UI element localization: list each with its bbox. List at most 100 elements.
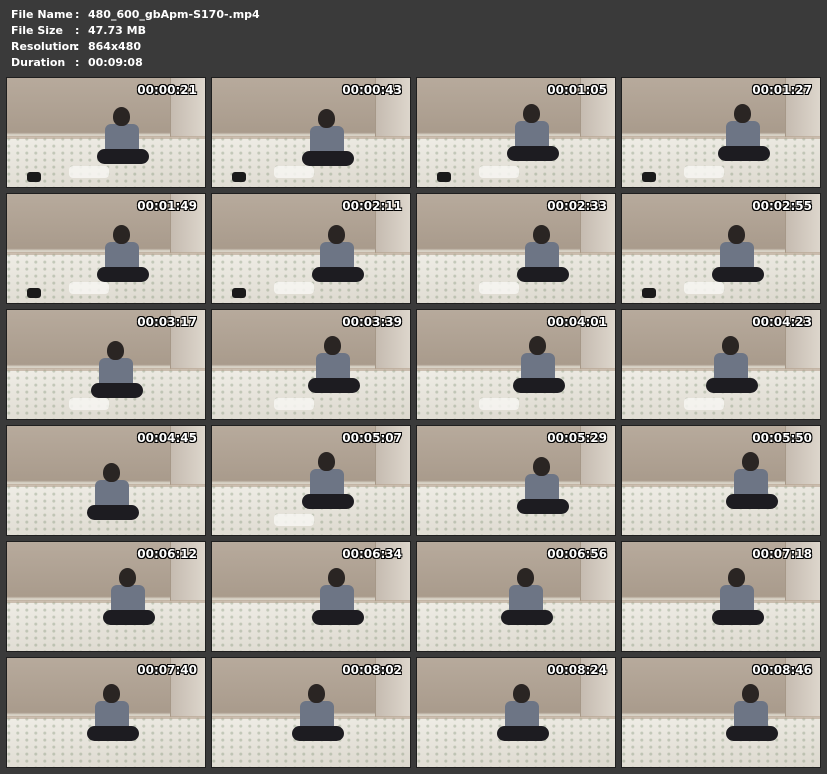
video-thumbnail[interactable]: 00:08:02 bbox=[211, 657, 411, 768]
timestamp-label: 00:00:43 bbox=[342, 83, 402, 97]
timestamp-label: 00:03:17 bbox=[137, 315, 197, 329]
file-name-row: File Name : 480_600_gbApm-S170-.mp4 bbox=[11, 7, 260, 23]
video-thumbnail[interactable]: 00:08:24 bbox=[416, 657, 616, 768]
video-thumbnail[interactable]: 00:03:39 bbox=[211, 309, 411, 420]
person-legs bbox=[312, 267, 364, 282]
person-head bbox=[533, 225, 550, 244]
person-figure bbox=[87, 684, 139, 746]
video-thumbnail[interactable]: 00:02:33 bbox=[416, 193, 616, 304]
mattress-edge bbox=[622, 716, 820, 720]
black-bag bbox=[27, 288, 41, 298]
video-thumbnail[interactable]: 00:02:55 bbox=[621, 193, 821, 304]
video-thumbnail[interactable]: 00:07:18 bbox=[621, 541, 821, 652]
video-thumbnail[interactable]: 00:05:50 bbox=[621, 425, 821, 536]
timestamp-label: 00:07:18 bbox=[752, 547, 812, 561]
video-thumbnail[interactable]: 00:05:29 bbox=[416, 425, 616, 536]
person-legs bbox=[292, 726, 344, 741]
video-thumbnail[interactable]: 00:06:34 bbox=[211, 541, 411, 652]
person-figure bbox=[513, 336, 565, 398]
person-figure bbox=[302, 452, 354, 514]
person-head bbox=[722, 336, 739, 355]
person-figure bbox=[712, 568, 764, 630]
mattress-edge bbox=[212, 600, 410, 604]
file-size-label: File Size bbox=[11, 24, 63, 37]
video-thumbnail[interactable]: 00:08:46 bbox=[621, 657, 821, 768]
white-cloth bbox=[274, 398, 314, 410]
person-figure bbox=[726, 452, 778, 514]
timestamp-label: 00:01:27 bbox=[752, 83, 812, 97]
video-thumbnail[interactable]: 00:01:49 bbox=[6, 193, 206, 304]
person-legs bbox=[501, 610, 553, 625]
person-head bbox=[728, 568, 745, 587]
mattress-edge bbox=[417, 484, 615, 488]
black-bag bbox=[642, 288, 656, 298]
duration-row: Duration : 00:09:08 bbox=[11, 55, 260, 71]
person-legs bbox=[312, 610, 364, 625]
timestamp-label: 00:04:01 bbox=[547, 315, 607, 329]
bed-mattress bbox=[622, 484, 820, 535]
timestamp-label: 00:08:02 bbox=[342, 663, 402, 677]
person-legs bbox=[302, 151, 354, 166]
person-figure bbox=[507, 104, 559, 166]
person-figure bbox=[87, 463, 139, 525]
timestamp-label: 00:03:39 bbox=[342, 315, 402, 329]
video-thumbnail[interactable]: 00:04:01 bbox=[416, 309, 616, 420]
person-figure bbox=[302, 109, 354, 171]
bed-mattress bbox=[622, 716, 820, 767]
person-legs bbox=[308, 378, 360, 393]
timestamp-label: 00:06:12 bbox=[137, 547, 197, 561]
person-head bbox=[742, 684, 759, 703]
person-legs bbox=[97, 149, 149, 164]
resolution-label: Resolution bbox=[11, 40, 78, 53]
video-thumbnail[interactable]: 00:06:56 bbox=[416, 541, 616, 652]
person-head bbox=[308, 684, 325, 703]
timestamp-label: 00:07:40 bbox=[137, 663, 197, 677]
person-figure bbox=[497, 684, 549, 746]
person-figure bbox=[517, 225, 569, 287]
video-thumbnail[interactable]: 00:06:12 bbox=[6, 541, 206, 652]
person-head bbox=[529, 336, 546, 355]
timestamp-label: 00:01:49 bbox=[137, 199, 197, 213]
timestamp-label: 00:05:50 bbox=[752, 431, 812, 445]
person-head bbox=[103, 463, 120, 482]
resolution-value: 864x480 bbox=[88, 40, 142, 53]
video-thumbnail[interactable]: 00:01:05 bbox=[416, 77, 616, 188]
person-head bbox=[328, 568, 345, 587]
white-cloth bbox=[684, 166, 724, 178]
person-legs bbox=[517, 499, 569, 514]
person-legs bbox=[497, 726, 549, 741]
person-legs bbox=[712, 267, 764, 282]
timestamp-label: 00:08:46 bbox=[752, 663, 812, 677]
video-thumbnail[interactable]: 00:03:17 bbox=[6, 309, 206, 420]
person-head bbox=[328, 225, 345, 244]
video-thumbnail[interactable]: 00:07:40 bbox=[6, 657, 206, 768]
timestamp-label: 00:04:45 bbox=[137, 431, 197, 445]
video-thumbnail[interactable]: 00:05:07 bbox=[211, 425, 411, 536]
person-head bbox=[734, 104, 751, 123]
timestamp-label: 00:01:05 bbox=[547, 83, 607, 97]
timestamp-label: 00:05:29 bbox=[547, 431, 607, 445]
video-thumbnail[interactable]: 00:00:43 bbox=[211, 77, 411, 188]
person-legs bbox=[726, 494, 778, 509]
mattress-edge bbox=[212, 252, 410, 256]
person-head bbox=[523, 104, 540, 123]
person-figure bbox=[726, 684, 778, 746]
person-legs bbox=[97, 267, 149, 282]
person-figure bbox=[517, 457, 569, 519]
person-head bbox=[119, 568, 136, 587]
video-thumbnail[interactable]: 00:04:45 bbox=[6, 425, 206, 536]
file-size-separator: : bbox=[75, 24, 80, 37]
video-thumbnail[interactable]: 00:00:21 bbox=[6, 77, 206, 188]
video-thumbnail[interactable]: 00:04:23 bbox=[621, 309, 821, 420]
timestamp-label: 00:00:21 bbox=[137, 83, 197, 97]
person-head bbox=[324, 336, 341, 355]
resolution-separator: : bbox=[75, 40, 80, 53]
video-thumbnail[interactable]: 00:02:11 bbox=[211, 193, 411, 304]
person-legs bbox=[718, 146, 770, 161]
person-legs bbox=[302, 494, 354, 509]
person-figure bbox=[501, 568, 553, 630]
bed-mattress bbox=[417, 252, 615, 303]
video-thumbnail[interactable]: 00:01:27 bbox=[621, 77, 821, 188]
person-figure bbox=[312, 225, 364, 287]
person-legs bbox=[87, 726, 139, 741]
